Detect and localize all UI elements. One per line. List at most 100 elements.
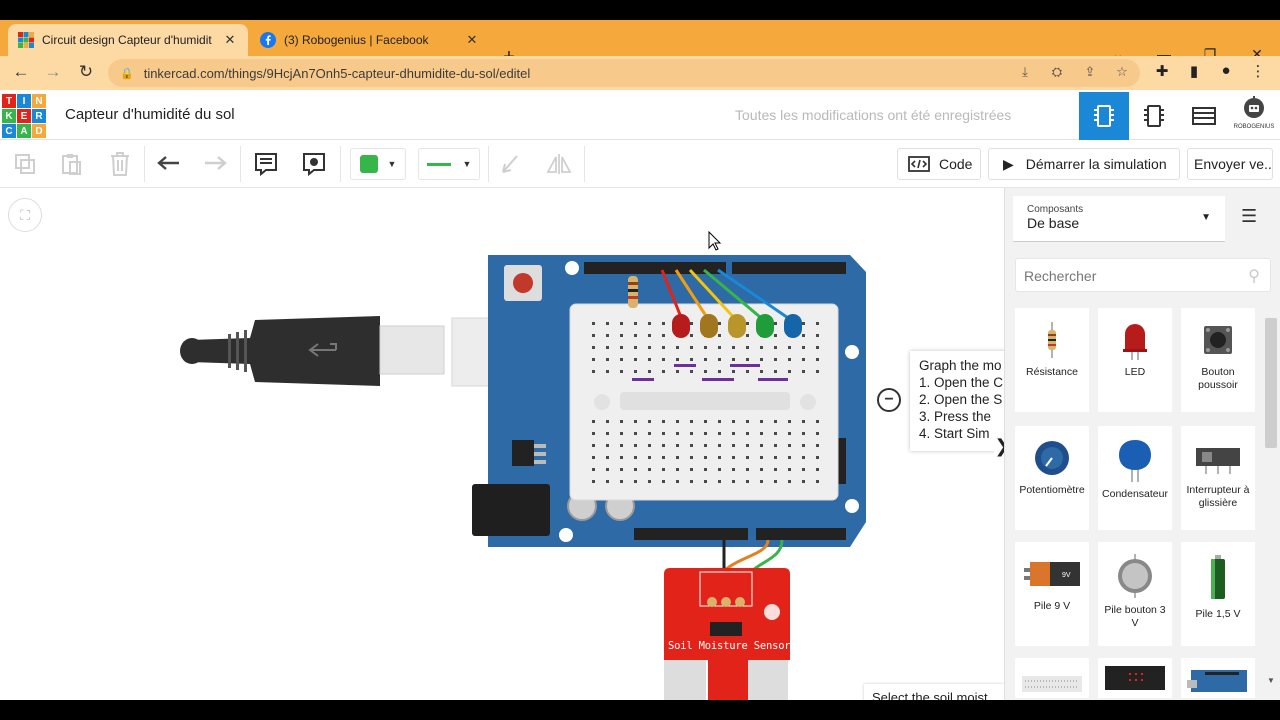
circuit-view-button[interactable] <box>1079 92 1129 140</box>
circuit-canvas[interactable]: ⛶ Soil Moisture Sensor − Graph the mo 1.… <box>0 188 1004 700</box>
undo-icon[interactable] <box>154 148 184 180</box>
delete-icon[interactable] <box>105 148 135 180</box>
breadboard-hole <box>732 456 735 459</box>
component-card[interactable]: Bouton poussoir <box>1181 308 1255 412</box>
component-card[interactable]: Pile bouton 3 V <box>1098 542 1172 646</box>
breadboard-hole <box>746 370 749 373</box>
breadboard-hole <box>676 346 679 349</box>
forward-icon[interactable]: → <box>42 62 64 82</box>
breadboard-hole <box>676 420 679 423</box>
component-card[interactable]: LED <box>1098 308 1172 412</box>
robot-logo-icon <box>1244 96 1264 118</box>
component-card[interactable]: 9V Pile 9 V <box>1015 542 1089 646</box>
breadboard-hole <box>676 432 679 435</box>
reload-icon[interactable]: ↻ <box>75 62 97 82</box>
breadboard-hole <box>620 358 623 361</box>
logo-letter: I <box>17 94 31 108</box>
translate-icon[interactable]: ⛭ <box>1048 64 1066 80</box>
breadboard-hole <box>816 370 819 373</box>
bottom-letterbox <box>0 700 1280 720</box>
visibility-icon[interactable] <box>299 148 329 180</box>
slide-switch-icon <box>1196 448 1240 474</box>
breadboard-hole <box>746 456 749 459</box>
led-orange[interactable] <box>700 314 718 338</box>
chrome-menu-icon[interactable]: ⋮ <box>1247 62 1269 80</box>
breadboard-hole <box>704 468 707 471</box>
breadboard-hole <box>774 370 777 373</box>
extensions-icon[interactable]: ✚ <box>1151 62 1173 80</box>
breadboard-hole <box>592 358 595 361</box>
component-search-input[interactable]: Rechercher ⚲ <box>1015 258 1271 292</box>
rotate-icon[interactable] <box>496 148 526 180</box>
note-collapse-icon[interactable]: − <box>877 388 901 412</box>
component-card-arduino[interactable] <box>1181 658 1255 698</box>
components-dropdown[interactable]: Composants De base ▼ <box>1013 196 1225 242</box>
install-icon[interactable]: ⤓ <box>1016 64 1034 80</box>
breadboard-hole <box>746 432 749 435</box>
breadboard-hole <box>774 346 777 349</box>
start-simulation-button[interactable]: ▶ Démarrer la simulation <box>988 148 1180 180</box>
copy-icon[interactable] <box>10 148 40 180</box>
component-list-button[interactable] <box>1179 92 1229 140</box>
led-green[interactable] <box>756 314 774 338</box>
note-line: 1. Open the C <box>919 375 1004 390</box>
chevron-down-icon: ▼ <box>462 159 472 169</box>
breadboard-hole <box>816 444 819 447</box>
breadboard-hole <box>746 358 749 361</box>
breadboard-hole <box>648 480 651 483</box>
search-placeholder: Rechercher <box>1024 268 1097 284</box>
note-card[interactable]: Graph the mo 1. Open the C 2. Open the S… <box>910 351 1004 451</box>
tab-title: (3) Robogenius | Facebook <box>284 33 429 47</box>
close-tab-icon[interactable]: ✕ <box>222 32 238 48</box>
breadboard-hole <box>718 456 721 459</box>
project-title[interactable]: Capteur d'humidité du sol <box>65 106 235 123</box>
schematic-view-button[interactable] <box>1129 92 1179 140</box>
breadboard-hole <box>732 444 735 447</box>
scroll-down-arrow-icon[interactable]: ▼ <box>1267 676 1275 685</box>
side-panel-icon[interactable]: ▮ <box>1183 62 1205 80</box>
note-line: 2. Open the S <box>919 392 1003 407</box>
breadboard-hole <box>634 346 637 349</box>
component-card[interactable]: Potentiomètre <box>1015 426 1089 530</box>
list-view-icon[interactable]: ☰ <box>1241 206 1257 227</box>
wire-color-picker[interactable]: ▼ <box>418 148 480 180</box>
breadboard-hole <box>732 468 735 471</box>
url-field[interactable]: 🔒 tinkercad.com/things/9HcjAn7Onh5-capte… <box>108 59 1140 87</box>
close-tab-icon[interactable]: ✕ <box>464 32 480 48</box>
breadboard-hole <box>606 370 609 373</box>
tinkercad-logo[interactable]: T I N K E R C A D <box>2 94 46 138</box>
panel-scrollbar[interactable] <box>1265 318 1277 448</box>
breadboard-hole <box>690 420 693 423</box>
soil-moisture-sensor[interactable] <box>664 568 790 700</box>
avatar[interactable]: ROBOGENIUS <box>1233 96 1275 136</box>
component-card[interactable]: Pile 1,5 V <box>1181 542 1255 646</box>
paste-icon[interactable] <box>56 148 86 180</box>
tab-facebook[interactable]: (3) Robogenius | Facebook ✕ <box>250 24 490 56</box>
profile-icon[interactable]: ● <box>1215 62 1237 79</box>
flip-icon[interactable] <box>544 148 574 180</box>
fill-color-picker[interactable]: ▼ <box>350 148 406 180</box>
component-card-breadboard[interactable] <box>1015 658 1089 698</box>
send-to-button[interactable]: Envoyer ve... <box>1187 148 1273 180</box>
redo-icon[interactable] <box>200 148 230 180</box>
share-icon[interactable]: ⇪ <box>1081 64 1099 80</box>
bookmark-star-icon[interactable]: ☆ <box>1113 64 1131 80</box>
component-card[interactable]: Condensateur <box>1098 426 1172 530</box>
back-icon[interactable]: ← <box>10 62 32 82</box>
breadboard-hole <box>606 432 609 435</box>
component-card[interactable]: Résistance <box>1015 308 1089 412</box>
component-card[interactable]: Interrupteur à glissière <box>1181 426 1255 530</box>
breadboard-hole <box>732 420 735 423</box>
led-yellow[interactable] <box>728 314 746 338</box>
breadboard-hole <box>592 346 595 349</box>
url-text: tinkercad.com/things/9HcjAn7Onh5-capteur… <box>143 65 531 81</box>
code-button[interactable]: Code <box>897 148 981 180</box>
breadboard-hole <box>788 346 791 349</box>
component-card-microbit[interactable] <box>1098 658 1172 698</box>
led-blue[interactable] <box>784 314 802 338</box>
tab-tinkercad[interactable]: Circuit design Capteur d'humidit ✕ <box>8 24 248 56</box>
circuit-view-icon <box>1094 105 1114 127</box>
led-red[interactable] <box>672 314 690 338</box>
notes-icon[interactable] <box>251 148 281 180</box>
breadboard-hole <box>690 468 693 471</box>
